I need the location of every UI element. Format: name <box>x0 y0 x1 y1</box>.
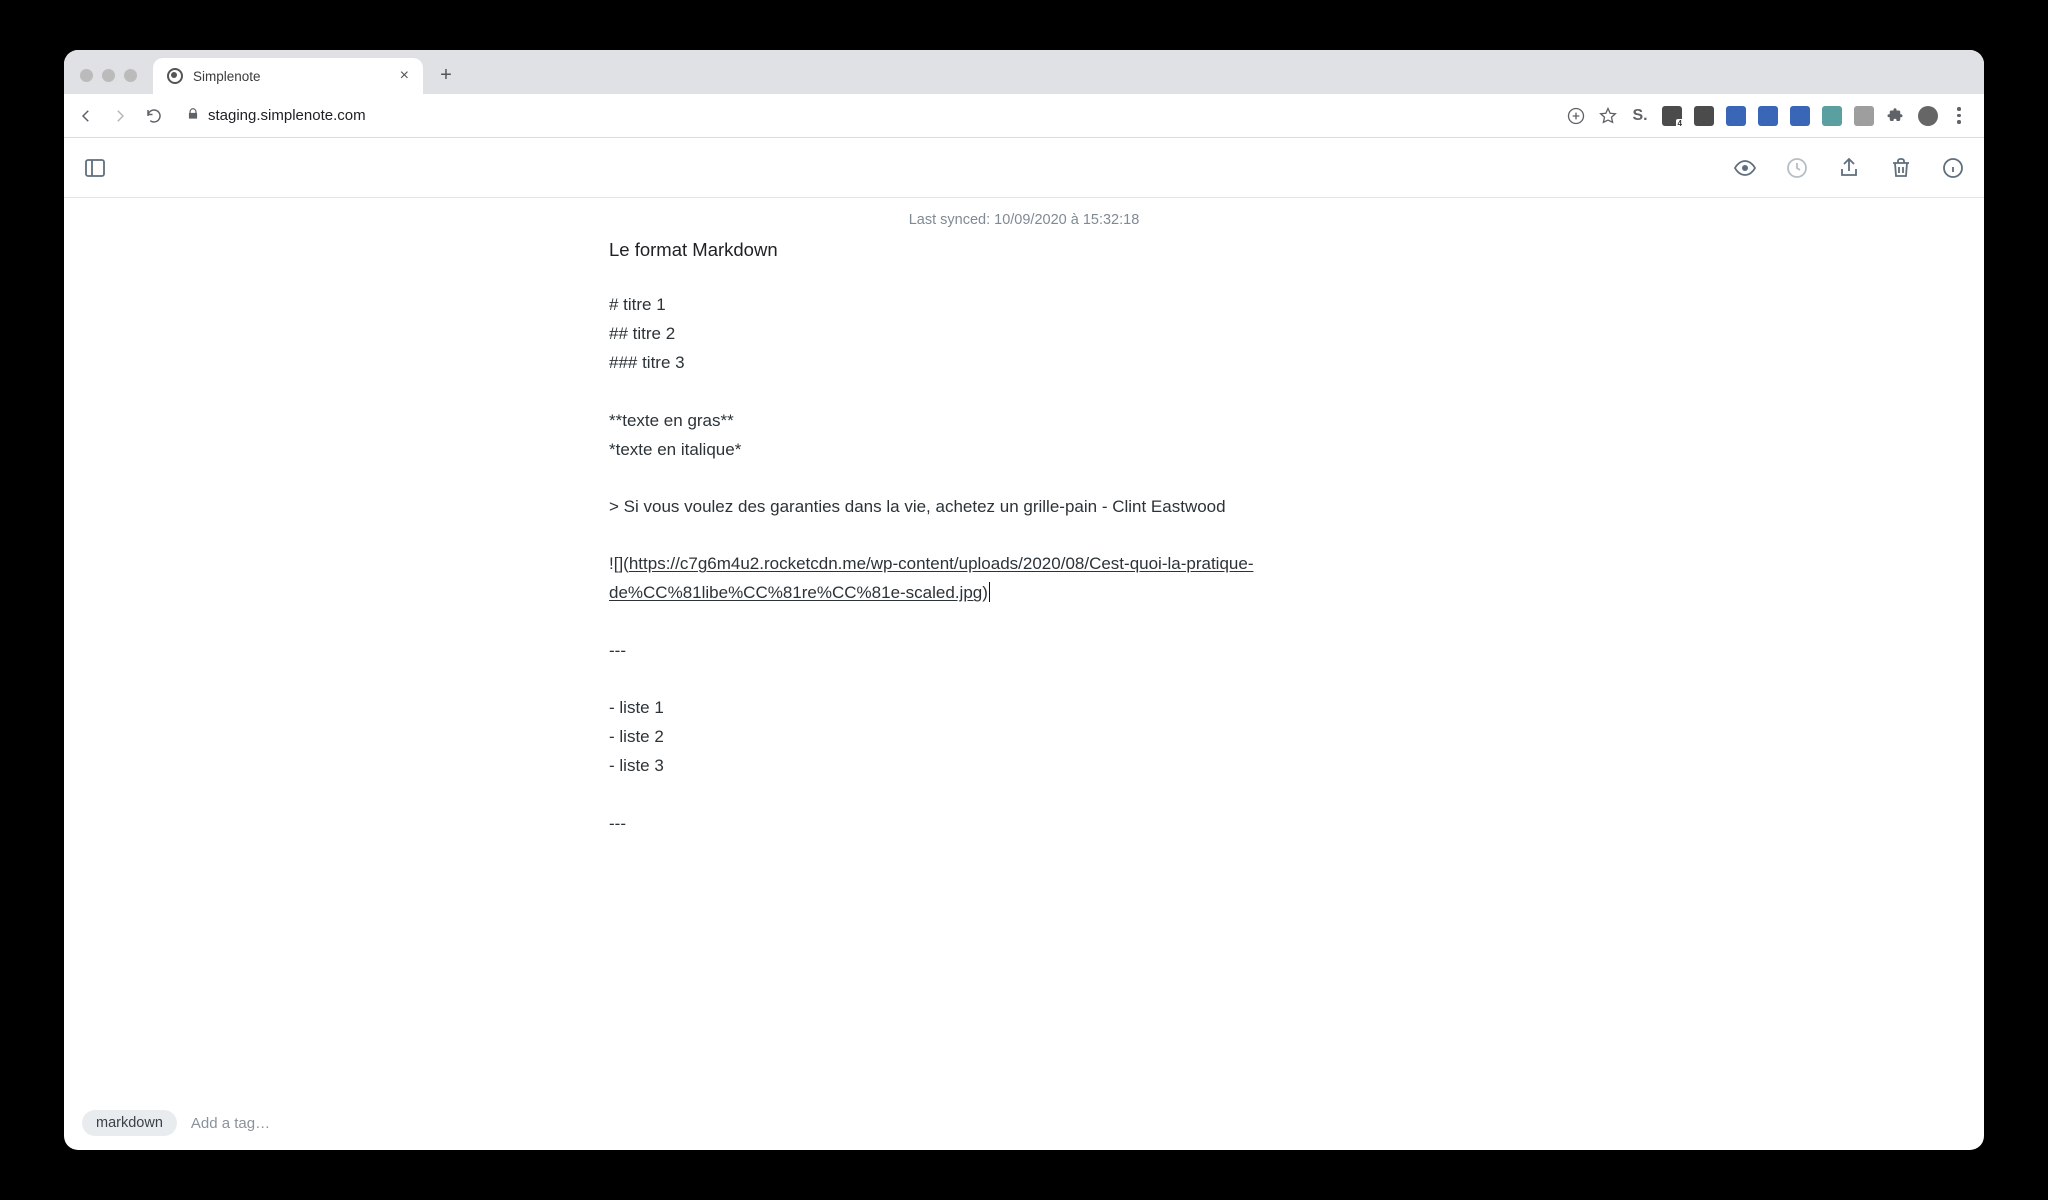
sidebar-toggle-button[interactable] <box>82 155 108 181</box>
window-close-dot[interactable] <box>80 69 93 82</box>
extension-icon-3[interactable] <box>1694 106 1714 126</box>
note-line-li3: - liste 3 <box>609 751 1439 780</box>
tag-chip[interactable]: markdown <box>82 1110 177 1136</box>
preview-button[interactable] <box>1732 155 1758 181</box>
info-button[interactable] <box>1940 155 1966 181</box>
browser-titlebar: Simplenote × + <box>64 50 1984 94</box>
browser-tab[interactable]: Simplenote × <box>153 58 423 94</box>
tag-bar: markdown Add a tag… <box>64 1096 1984 1150</box>
browser-window: Simplenote × + staging.simplenote.com <box>64 50 1984 1150</box>
note-line-hr2: --- <box>609 809 1439 838</box>
browser-actions: S. 4 <box>1566 106 1972 126</box>
tab-title: Simplenote <box>193 69 390 84</box>
extension-s-icon[interactable]: S. <box>1630 106 1650 126</box>
note-line-h3: ### titre 3 <box>609 348 1439 377</box>
browser-menu-button[interactable] <box>1950 107 1968 124</box>
bookmark-star-icon[interactable] <box>1598 106 1618 126</box>
note-line-h2: ## titre 2 <box>609 319 1439 348</box>
add-tag-input[interactable]: Add a tag… <box>191 1115 270 1132</box>
image-markdown-prefix: ![]( <box>609 554 629 573</box>
add-to-reading-list-icon[interactable] <box>1566 106 1586 126</box>
extension-icon-7[interactable] <box>1822 106 1842 126</box>
extension-icon-5[interactable] <box>1758 106 1778 126</box>
image-markdown-suffix: ) <box>982 583 990 602</box>
window-zoom-dot[interactable] <box>124 69 137 82</box>
share-button[interactable] <box>1836 155 1862 181</box>
note-line-image: ![](https://c7g6m4u2.rocketcdn.me/wp-con… <box>609 549 1439 607</box>
note-line-bold: **texte en gras** <box>609 406 1439 435</box>
note-line-h1: # titre 1 <box>609 290 1439 319</box>
extension-icon-6[interactable] <box>1790 106 1810 126</box>
lock-icon <box>186 107 200 125</box>
app-toolbar <box>64 138 1984 198</box>
note-body[interactable]: Le format Markdown # titre 1 ## titre 2 … <box>609 234 1439 838</box>
note-line-li1: - liste 1 <box>609 693 1439 722</box>
extensions-menu-icon[interactable] <box>1886 106 1906 126</box>
sync-status: Last synced: 10/09/2020 à 15:32:18 <box>909 212 1140 228</box>
nav-back-button[interactable] <box>76 106 96 126</box>
close-tab-icon[interactable]: × <box>400 68 409 84</box>
note-title: Le format Markdown <box>609 234 1439 266</box>
extension-icon-8[interactable] <box>1854 106 1874 126</box>
trash-button[interactable] <box>1888 155 1914 181</box>
image-url[interactable]: https://c7g6m4u2.rocketcdn.me/wp-content… <box>609 554 1253 602</box>
note-editor-area[interactable]: Last synced: 10/09/2020 à 15:32:18 Le fo… <box>64 198 1984 1096</box>
new-tab-button[interactable]: + <box>431 60 461 90</box>
note-line-hr1: --- <box>609 636 1439 665</box>
note-line-li2: - liste 2 <box>609 722 1439 751</box>
window-controls <box>74 69 147 94</box>
extension-icon-2[interactable]: 4 <box>1662 106 1682 126</box>
note-line-italic: *texte en italique* <box>609 435 1439 464</box>
simplenote-favicon-icon <box>167 68 183 84</box>
url-text: staging.simplenote.com <box>208 107 366 124</box>
address-field[interactable]: staging.simplenote.com <box>178 107 1552 125</box>
nav-reload-button[interactable] <box>144 106 164 126</box>
browser-address-bar: staging.simplenote.com S. 4 <box>64 94 1984 138</box>
extension-icon-4[interactable] <box>1726 106 1746 126</box>
nav-forward-button[interactable] <box>110 106 130 126</box>
window-minimize-dot[interactable] <box>102 69 115 82</box>
history-button[interactable] <box>1784 155 1810 181</box>
note-line-quote: > Si vous voulez des garanties dans la v… <box>609 492 1439 521</box>
profile-avatar-icon[interactable] <box>1918 106 1938 126</box>
